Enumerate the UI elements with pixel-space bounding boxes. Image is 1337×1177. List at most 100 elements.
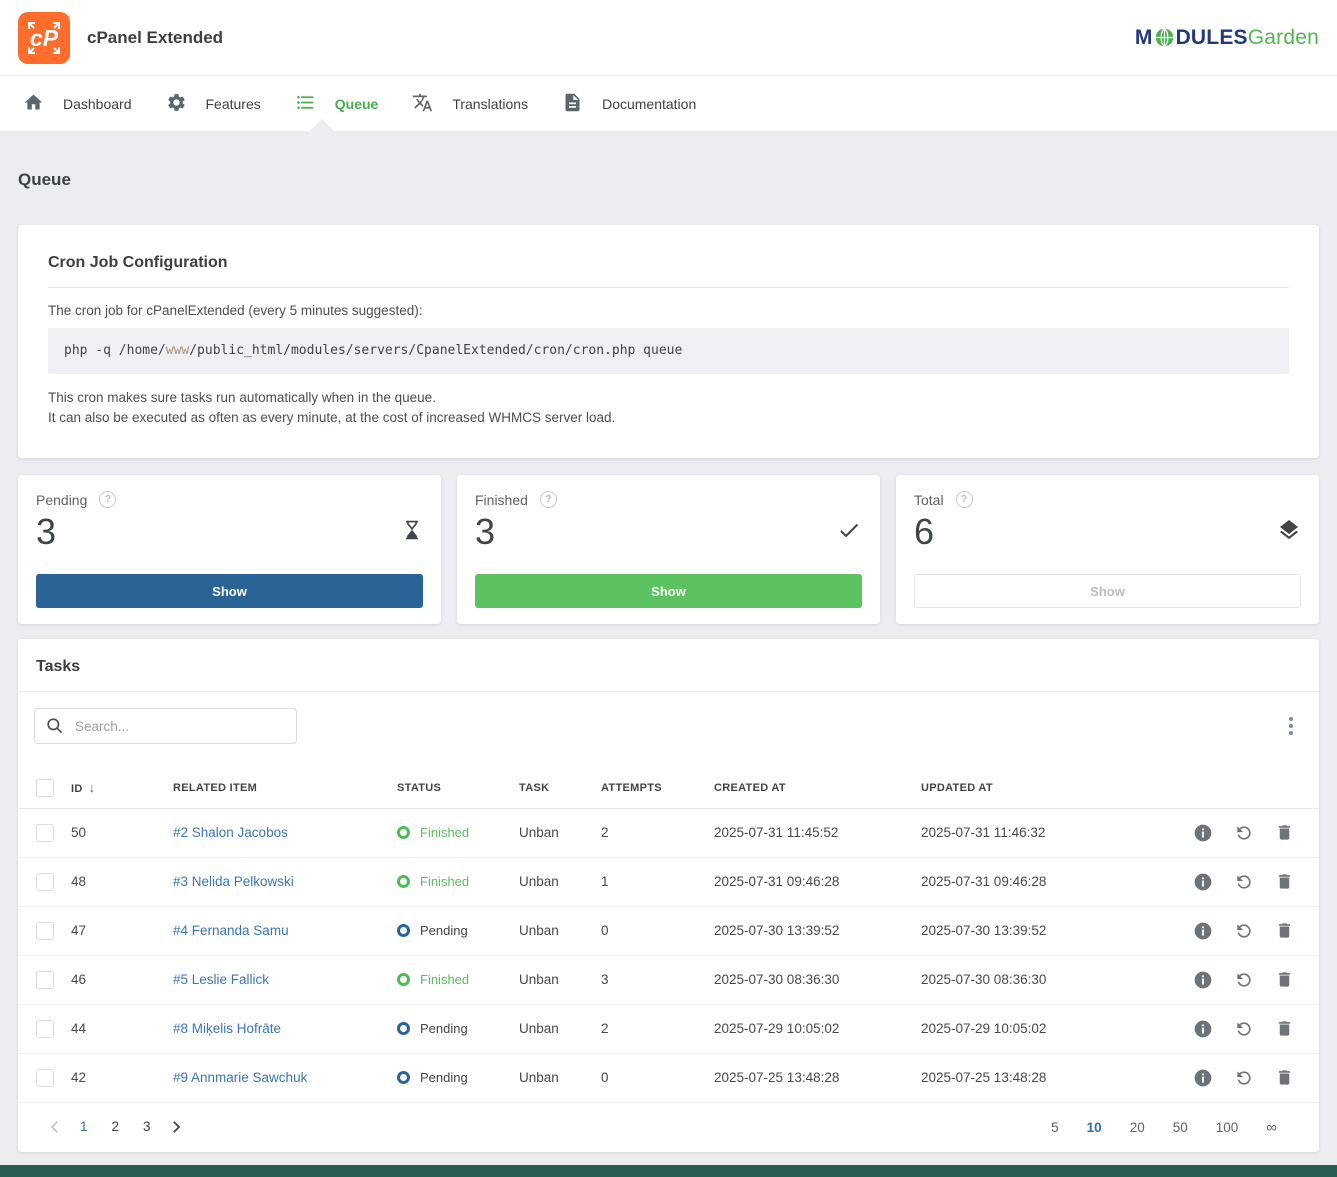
page-size-50[interactable]: 50 bbox=[1159, 1116, 1202, 1139]
finished-value: 3 bbox=[475, 510, 495, 554]
task-cell: Unban bbox=[518, 857, 600, 906]
id-cell: 46 bbox=[70, 955, 172, 1004]
row-checkbox-cell bbox=[18, 1053, 70, 1102]
delete-icon[interactable] bbox=[1275, 823, 1294, 842]
retry-icon[interactable] bbox=[1234, 823, 1254, 843]
related-item-link[interactable]: #2 Shalon Jacobos bbox=[173, 825, 288, 840]
status-label: Pending bbox=[420, 923, 468, 938]
finished-show-button[interactable]: Show bbox=[475, 574, 862, 608]
document-icon bbox=[562, 92, 583, 116]
attempts-cell: 0 bbox=[600, 1053, 713, 1102]
row-checkbox[interactable] bbox=[36, 1069, 54, 1087]
svg-text:cP: cP bbox=[30, 25, 59, 51]
total-show-button[interactable]: Show bbox=[914, 574, 1301, 608]
related-item-cell: #4 Fernanda Samu bbox=[172, 906, 396, 955]
delete-icon[interactable] bbox=[1275, 1068, 1294, 1087]
retry-icon[interactable] bbox=[1234, 921, 1254, 941]
cron-note: This cron makes sure tasks run automatic… bbox=[48, 388, 1289, 428]
table-row: 44 #8 Miķelis Hofrāte Pending Unban 2 20… bbox=[18, 1004, 1319, 1053]
tab-translations[interactable]: Translations bbox=[395, 76, 545, 131]
status-cell: Finished bbox=[396, 857, 518, 906]
delete-icon[interactable] bbox=[1275, 970, 1294, 989]
tab-queue[interactable]: Queue bbox=[278, 76, 396, 131]
kebab-menu-icon[interactable] bbox=[1279, 711, 1303, 741]
related-item-link[interactable]: #8 Miķelis Hofrāte bbox=[173, 1021, 281, 1036]
row-checkbox[interactable] bbox=[36, 971, 54, 989]
related-item-link[interactable]: #4 Fernanda Samu bbox=[173, 923, 289, 938]
table-row: 48 #3 Nelida Pelkowski Finished Unban 1 … bbox=[18, 857, 1319, 906]
tab-features[interactable]: Features bbox=[149, 76, 278, 131]
help-icon[interactable]: ? bbox=[99, 491, 116, 508]
created-at-cell: 2025-07-31 09:46:28 bbox=[713, 857, 920, 906]
row-checkbox[interactable] bbox=[36, 873, 54, 891]
updated-at-cell: 2025-07-31 11:46:32 bbox=[920, 808, 1188, 857]
page-size-20[interactable]: 20 bbox=[1116, 1116, 1159, 1139]
related-item-link[interactable]: #9 Annmarie Sawchuk bbox=[173, 1070, 307, 1085]
column-header-updated-at[interactable]: UPDATED AT bbox=[920, 768, 1188, 808]
delete-icon[interactable] bbox=[1275, 872, 1294, 891]
home-icon bbox=[23, 92, 44, 116]
column-header-id[interactable]: ID↓ bbox=[70, 768, 172, 808]
search-input[interactable] bbox=[34, 708, 297, 744]
page-number-2[interactable]: 2 bbox=[100, 1115, 132, 1138]
related-item-link[interactable]: #3 Nelida Pelkowski bbox=[173, 874, 294, 889]
status-ring-icon bbox=[397, 875, 410, 888]
info-icon[interactable] bbox=[1193, 872, 1213, 892]
tab-dashboard[interactable]: Dashboard bbox=[6, 76, 149, 131]
delete-icon[interactable] bbox=[1275, 1019, 1294, 1038]
info-icon[interactable] bbox=[1193, 1019, 1213, 1039]
related-item-cell: #5 Leslie Fallick bbox=[172, 955, 396, 1004]
column-header-created-at[interactable]: CREATED AT bbox=[713, 768, 920, 808]
retry-icon[interactable] bbox=[1234, 1068, 1254, 1088]
select-all-checkbox[interactable] bbox=[36, 779, 54, 797]
help-icon[interactable]: ? bbox=[956, 491, 973, 508]
info-icon[interactable] bbox=[1193, 921, 1213, 941]
delete-icon[interactable] bbox=[1275, 921, 1294, 940]
page-size-5[interactable]: 5 bbox=[1037, 1116, 1073, 1139]
row-checkbox-cell bbox=[18, 857, 70, 906]
translate-icon bbox=[412, 92, 433, 116]
help-icon[interactable]: ? bbox=[540, 491, 557, 508]
column-header-task[interactable]: TASK bbox=[518, 768, 600, 808]
row-checkbox[interactable] bbox=[36, 922, 54, 940]
status-ring-icon bbox=[397, 1071, 410, 1084]
attempts-cell: 2 bbox=[600, 808, 713, 857]
row-checkbox[interactable] bbox=[36, 1020, 54, 1038]
related-item-cell: #8 Miķelis Hofrāte bbox=[172, 1004, 396, 1053]
column-header-attempts[interactable]: ATTEMPTS bbox=[600, 768, 713, 808]
pagination-pages: 123 bbox=[68, 1118, 163, 1136]
column-header-status[interactable]: STATUS bbox=[396, 768, 518, 808]
globe-icon bbox=[1154, 27, 1175, 48]
tasks-card: Tasks ID↓ bbox=[18, 639, 1319, 1152]
related-item-link[interactable]: #5 Leslie Fallick bbox=[173, 972, 269, 987]
page-size-∞[interactable]: ∞ bbox=[1252, 1115, 1291, 1140]
brand-dules: DULES bbox=[1176, 26, 1248, 50]
info-icon[interactable] bbox=[1193, 970, 1213, 990]
next-page-icon[interactable] bbox=[163, 1114, 189, 1140]
page-size-10[interactable]: 10 bbox=[1073, 1116, 1116, 1139]
page-number-1[interactable]: 1 bbox=[68, 1115, 100, 1138]
retry-icon[interactable] bbox=[1234, 872, 1254, 892]
retry-icon[interactable] bbox=[1234, 1019, 1254, 1039]
pending-show-button[interactable]: Show bbox=[36, 574, 423, 608]
cron-config-card: Cron Job Configuration The cron job for … bbox=[18, 225, 1319, 458]
task-cell: Unban bbox=[518, 955, 600, 1004]
attempts-cell: 0 bbox=[600, 906, 713, 955]
info-icon[interactable] bbox=[1193, 1068, 1213, 1088]
tab-documentation[interactable]: Documentation bbox=[545, 76, 713, 131]
row-checkbox[interactable] bbox=[36, 824, 54, 842]
prev-page-icon[interactable] bbox=[42, 1114, 68, 1140]
info-icon[interactable] bbox=[1193, 823, 1213, 843]
updated-at-cell: 2025-07-29 10:05:02 bbox=[920, 1004, 1188, 1053]
page-size-100[interactable]: 100 bbox=[1202, 1116, 1253, 1139]
modulesgarden-logo[interactable]: M DULES Garden bbox=[1135, 26, 1319, 50]
column-header-related-item[interactable]: RELATED ITEM bbox=[172, 768, 396, 808]
page-number-3[interactable]: 3 bbox=[131, 1115, 163, 1138]
attempts-cell: 3 bbox=[600, 955, 713, 1004]
status-label: Pending bbox=[420, 1021, 468, 1036]
actions-cell bbox=[1188, 808, 1319, 857]
layers-icon bbox=[1277, 518, 1301, 547]
task-cell: Unban bbox=[518, 906, 600, 955]
retry-icon[interactable] bbox=[1234, 970, 1254, 990]
check-icon bbox=[836, 518, 862, 547]
